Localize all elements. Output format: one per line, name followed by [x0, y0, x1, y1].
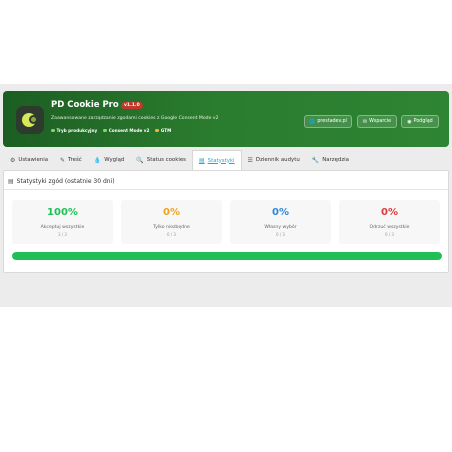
stat-count: 3 / 3 — [58, 232, 67, 237]
stat-count: 0 / 3 — [167, 232, 176, 237]
stat-count: 0 / 3 — [385, 232, 394, 237]
app-subtitle: Zaawansowane zarządzanie zgodami cookies… — [51, 116, 219, 121]
globe-icon: 🌐 — [309, 118, 316, 125]
tab-statistics[interactable]: ▤ Statystyki — [191, 150, 242, 170]
version-badge: v1.1.0 — [121, 102, 143, 109]
progress-fill — [12, 252, 442, 260]
status-gtm: GTM — [155, 128, 171, 133]
status-production: Tryb produkcyjny — [51, 128, 97, 133]
stat-percent: 0% — [163, 207, 180, 218]
tint-icon: 💧 — [93, 156, 102, 164]
stat-percent: 0% — [272, 207, 289, 218]
search-icon: 🔍 — [136, 156, 144, 164]
chart-icon: ▤ — [8, 178, 14, 185]
statistics-card: ▤ Statystyki zgód (ostatnie 30 dni) 100%… — [3, 170, 449, 273]
tab-appearance[interactable]: 💧 Wygląd — [88, 150, 131, 170]
tab-tools[interactable]: 🔧 Narzędzia — [306, 150, 355, 170]
stat-necessary-only: 0% Tylko niezbędne 0 / 3 — [121, 200, 222, 244]
status-indicators: Tryb produkcyjny Consent Mode v2 GTM — [51, 128, 171, 133]
stat-accept-all: 100% Akceptuj wszystkie 3 / 3 — [12, 200, 113, 244]
app-title: PD Cookie Pro — [51, 100, 119, 110]
support-button[interactable]: ✉ Wsparcie — [357, 115, 397, 128]
stat-percent: 100% — [47, 207, 78, 218]
eye-icon: ◉ — [407, 118, 412, 125]
status-dot-icon — [155, 128, 159, 133]
statistics-title: ▤ Statystyki zgód (ostatnie 30 dni) — [8, 178, 115, 185]
gears-icon: ⚙ — [10, 156, 16, 164]
stat-percent: 0% — [381, 207, 398, 218]
stat-label: Akceptuj wszystkie — [40, 225, 85, 230]
stat-label: Własny wybór — [264, 225, 297, 230]
envelope-icon: ✉ — [362, 118, 368, 125]
stat-label: Odrzuć wszystkie — [369, 225, 410, 230]
preview-button[interactable]: ◉ Podgląd — [401, 115, 439, 128]
stat-custom-choice: 0% Własny wybór 0 / 3 — [230, 200, 331, 244]
stat-reject-all: 0% Odrzuć wszystkie 0 / 3 — [339, 200, 440, 244]
tab-settings[interactable]: ⚙ Ustawienia — [3, 150, 54, 170]
status-dot-icon — [103, 128, 107, 133]
wrench-icon: 🔧 — [311, 156, 320, 164]
chart-icon: ▤ — [198, 157, 205, 164]
cookie-logo-icon — [16, 106, 44, 134]
module-tabs: ⚙ Ustawienia ✎ Treść 💧 Wygląd 🔍 Status c… — [3, 150, 449, 170]
consent-progress-bar — [12, 252, 442, 260]
tab-content[interactable]: ✎ Treść — [54, 150, 88, 170]
list-icon: ☰ — [247, 156, 253, 164]
tab-audit-log[interactable]: ☰ Dziennik audytu — [242, 150, 306, 170]
stat-label: Tylko niezbędne — [153, 225, 190, 230]
status-consent-mode: Consent Mode v2 — [103, 128, 149, 133]
tab-cookie-status[interactable]: 🔍 Status cookies — [130, 150, 192, 170]
status-dot-icon — [51, 128, 55, 133]
prestadev-link-button[interactable]: 🌐 prestadev.pl — [304, 115, 352, 128]
card-divider — [4, 189, 448, 190]
edit-icon: ✎ — [60, 156, 66, 164]
module-header: PD Cookie Pro v1.1.0 Zaawansowane zarząd… — [3, 91, 449, 147]
module-panel: PD Cookie Pro v1.1.0 Zaawansowane zarząd… — [0, 84, 452, 307]
stat-count: 0 / 3 — [276, 232, 285, 237]
